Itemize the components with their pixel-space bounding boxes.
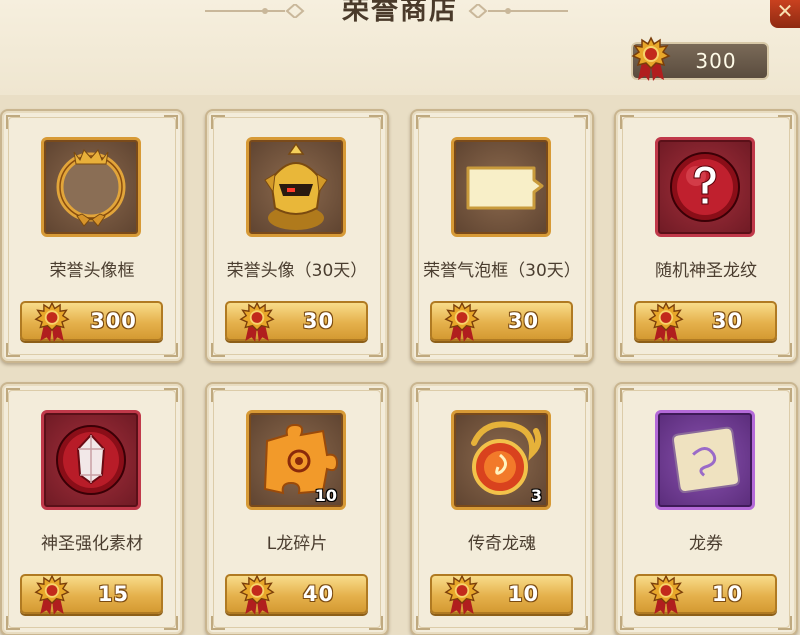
honor-medal-icon [631, 36, 671, 82]
golden-knight-avatar-icon [264, 142, 328, 230]
item-name: 传奇龙魂 [468, 533, 536, 554]
item-icon-frame [451, 137, 551, 237]
item-icon-frame [655, 137, 755, 237]
honor-currency-display: 300 [631, 42, 769, 80]
honor-medal-icon [648, 574, 684, 616]
honor-medal-icon [444, 574, 480, 616]
item-quantity: 10 [314, 486, 337, 505]
shop-item-card[interactable]: 龙券 10 [614, 382, 798, 635]
item-name: 神圣强化素材 [41, 533, 143, 554]
shop-grid: 荣誉头像框 300 荣誉头像（30天） 30 荣誉气泡框（30天） 30 随机神… [0, 95, 800, 635]
shop-item-card[interactable]: 随机神圣龙纹 30 [614, 109, 798, 363]
item-price: 300 [90, 309, 137, 333]
item-icon-frame: 3 [451, 410, 551, 510]
buy-button[interactable]: 10 [634, 574, 777, 614]
item-name: 随机神圣龙纹 [655, 260, 757, 281]
item-price: 15 [97, 582, 130, 606]
honor-medal-icon [34, 301, 70, 343]
item-price: 30 [507, 309, 540, 333]
item-quantity: 3 [530, 486, 542, 505]
title-ornament-right [468, 4, 568, 18]
close-button[interactable]: ✕ [770, 0, 800, 28]
buy-button[interactable]: 10 [430, 574, 573, 614]
item-price: 30 [711, 309, 744, 333]
crystal-orb-icon [56, 425, 126, 495]
buy-button[interactable]: 30 [225, 301, 368, 341]
item-name: 荣誉头像框 [49, 260, 135, 281]
item-icon-frame [41, 410, 141, 510]
honor-medal-icon [239, 574, 275, 616]
item-name: 荣誉气泡框（30天） [423, 260, 581, 281]
item-price: 10 [507, 582, 540, 606]
honor-medal-icon [648, 301, 684, 343]
shop-item-card[interactable]: 荣誉头像框 300 [0, 109, 184, 363]
shop-item-card[interactable]: 神圣强化素材 15 [0, 382, 184, 635]
buy-button[interactable]: 300 [20, 301, 163, 341]
item-icon-frame [655, 410, 755, 510]
question-orb-icon [670, 152, 740, 222]
item-icon-frame [41, 137, 141, 237]
item-name: 龙券 [689, 533, 723, 554]
honor-medal-icon [444, 301, 480, 343]
item-price: 30 [302, 309, 335, 333]
scroll-ticket-icon [671, 426, 740, 494]
item-name: L龙碎片 [266, 533, 328, 554]
buy-button[interactable]: 40 [225, 574, 368, 614]
shop-item-card[interactable]: 3 传奇龙魂 10 [410, 382, 594, 635]
page-title: 荣誉商店 [342, 0, 458, 26]
buy-button[interactable]: 30 [634, 301, 777, 341]
item-icon-frame: 10 [246, 410, 346, 510]
item-price: 10 [711, 582, 744, 606]
shop-item-card[interactable]: 10 L龙碎片 40 [205, 382, 389, 635]
honor-frame-icon [56, 149, 126, 227]
currency-amount: 300 [695, 49, 737, 73]
buy-button[interactable]: 15 [20, 574, 163, 614]
speech-bubble-icon [466, 166, 544, 210]
shop-item-card[interactable]: 荣誉头像（30天） 30 [205, 109, 389, 363]
item-icon-frame [246, 137, 346, 237]
honor-medal-icon [239, 301, 275, 343]
shop-item-card[interactable]: 荣誉气泡框（30天） 30 [410, 109, 594, 363]
buy-button[interactable]: 30 [430, 301, 573, 341]
shop-header: 荣誉商店 ✕ 300 [0, 0, 800, 95]
item-name: 荣誉头像（30天） [226, 260, 368, 281]
honor-medal-icon [34, 574, 70, 616]
item-price: 40 [302, 582, 335, 606]
